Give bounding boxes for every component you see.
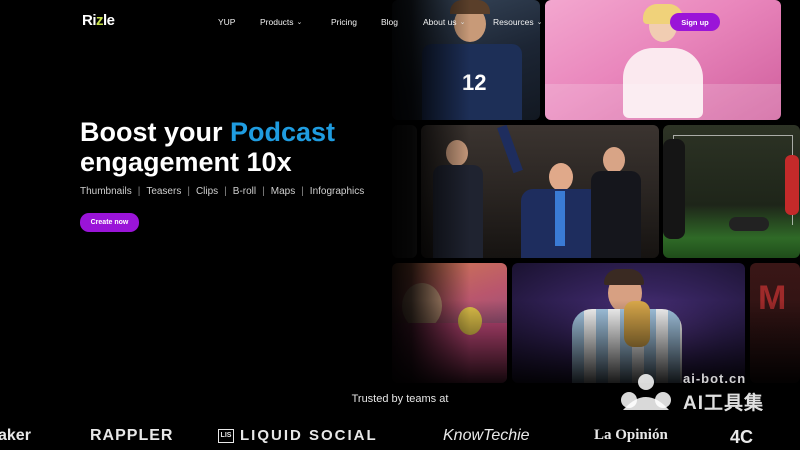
hero-title-line2: engagement 10x: [80, 147, 292, 177]
feature-separator: |: [262, 186, 265, 197]
nav-item-label: Pricing: [331, 17, 357, 27]
signup-button[interactable]: Sign up: [670, 13, 720, 31]
feature-item: Maps: [270, 186, 296, 197]
feature-item: B-roll: [232, 186, 257, 197]
nav-item-pricing[interactable]: Pricing: [331, 17, 357, 27]
nav-item-resources[interactable]: Resources ⌄: [493, 17, 543, 27]
feature-item: Clips: [195, 186, 219, 197]
brand-logo-liquid-social: LIS LIQUID SOCIAL: [218, 427, 378, 444]
nav-item-label: Resources: [493, 17, 534, 27]
logo-suffix: le: [103, 12, 115, 29]
feature-separator: |: [224, 186, 227, 197]
brand-logo-4c: 4C: [730, 427, 754, 447]
create-now-button[interactable]: Create now: [80, 213, 139, 232]
nav-item-yup[interactable]: YUP: [218, 17, 235, 27]
chevron-down-icon: ⌄: [459, 19, 466, 26]
watermark-logo-icon: [621, 374, 671, 410]
brand-logo-knowtechie: KnowTechie: [443, 427, 530, 444]
logo-prefix: Ri: [82, 12, 97, 29]
logo-accent: z: [96, 12, 104, 29]
brand-logo[interactable]: Rizle: [82, 12, 115, 29]
feature-item: Thumbnails: [80, 186, 132, 197]
chevron-down-icon: ⌄: [296, 19, 303, 26]
watermark-name: AI工具集: [683, 393, 765, 414]
nav-item-label: About us: [423, 17, 457, 27]
nav-item-about-us[interactable]: About us ⌄: [423, 17, 465, 27]
nav-item-label: YUP: [218, 17, 236, 27]
hero-title-part1: Boost your: [80, 117, 231, 147]
chevron-down-icon: ⌄: [536, 19, 543, 26]
nav-item-label: Products: [260, 17, 294, 27]
photo-tile-pink-event: [545, 0, 781, 120]
nav-item-blog[interactable]: Blog: [381, 17, 398, 27]
watermark-site: ai-bot.cn: [683, 371, 747, 386]
trusted-heading: Trusted by teams at: [351, 393, 449, 405]
photo-tile-soccer-goal: [663, 125, 800, 258]
brand-logo-la-opinion: La Opinión: [594, 427, 668, 443]
nav-item-label: Blog: [381, 17, 399, 27]
feature-list: Thumbnails | Teasers | Clips | B-roll | …: [80, 186, 364, 197]
brand-logo-text: LIQUID SOCIAL: [240, 427, 378, 444]
feature-separator: |: [301, 186, 304, 197]
hero-title-highlight: Podcast: [230, 117, 336, 147]
feature-item: Teasers: [146, 186, 182, 197]
hero-title: Boost your Podcast engagement 10x: [80, 117, 335, 177]
feature-separator: |: [137, 186, 141, 197]
liquid-social-badge: LIS: [218, 428, 234, 443]
nav-item-products[interactable]: Products ⌄: [260, 17, 302, 27]
brand-logo-rappler: RAPPLER: [90, 427, 174, 444]
brand-logo-aker: aker: [0, 427, 31, 444]
feature-item: Infographics: [309, 186, 365, 197]
feature-separator: |: [187, 186, 190, 197]
